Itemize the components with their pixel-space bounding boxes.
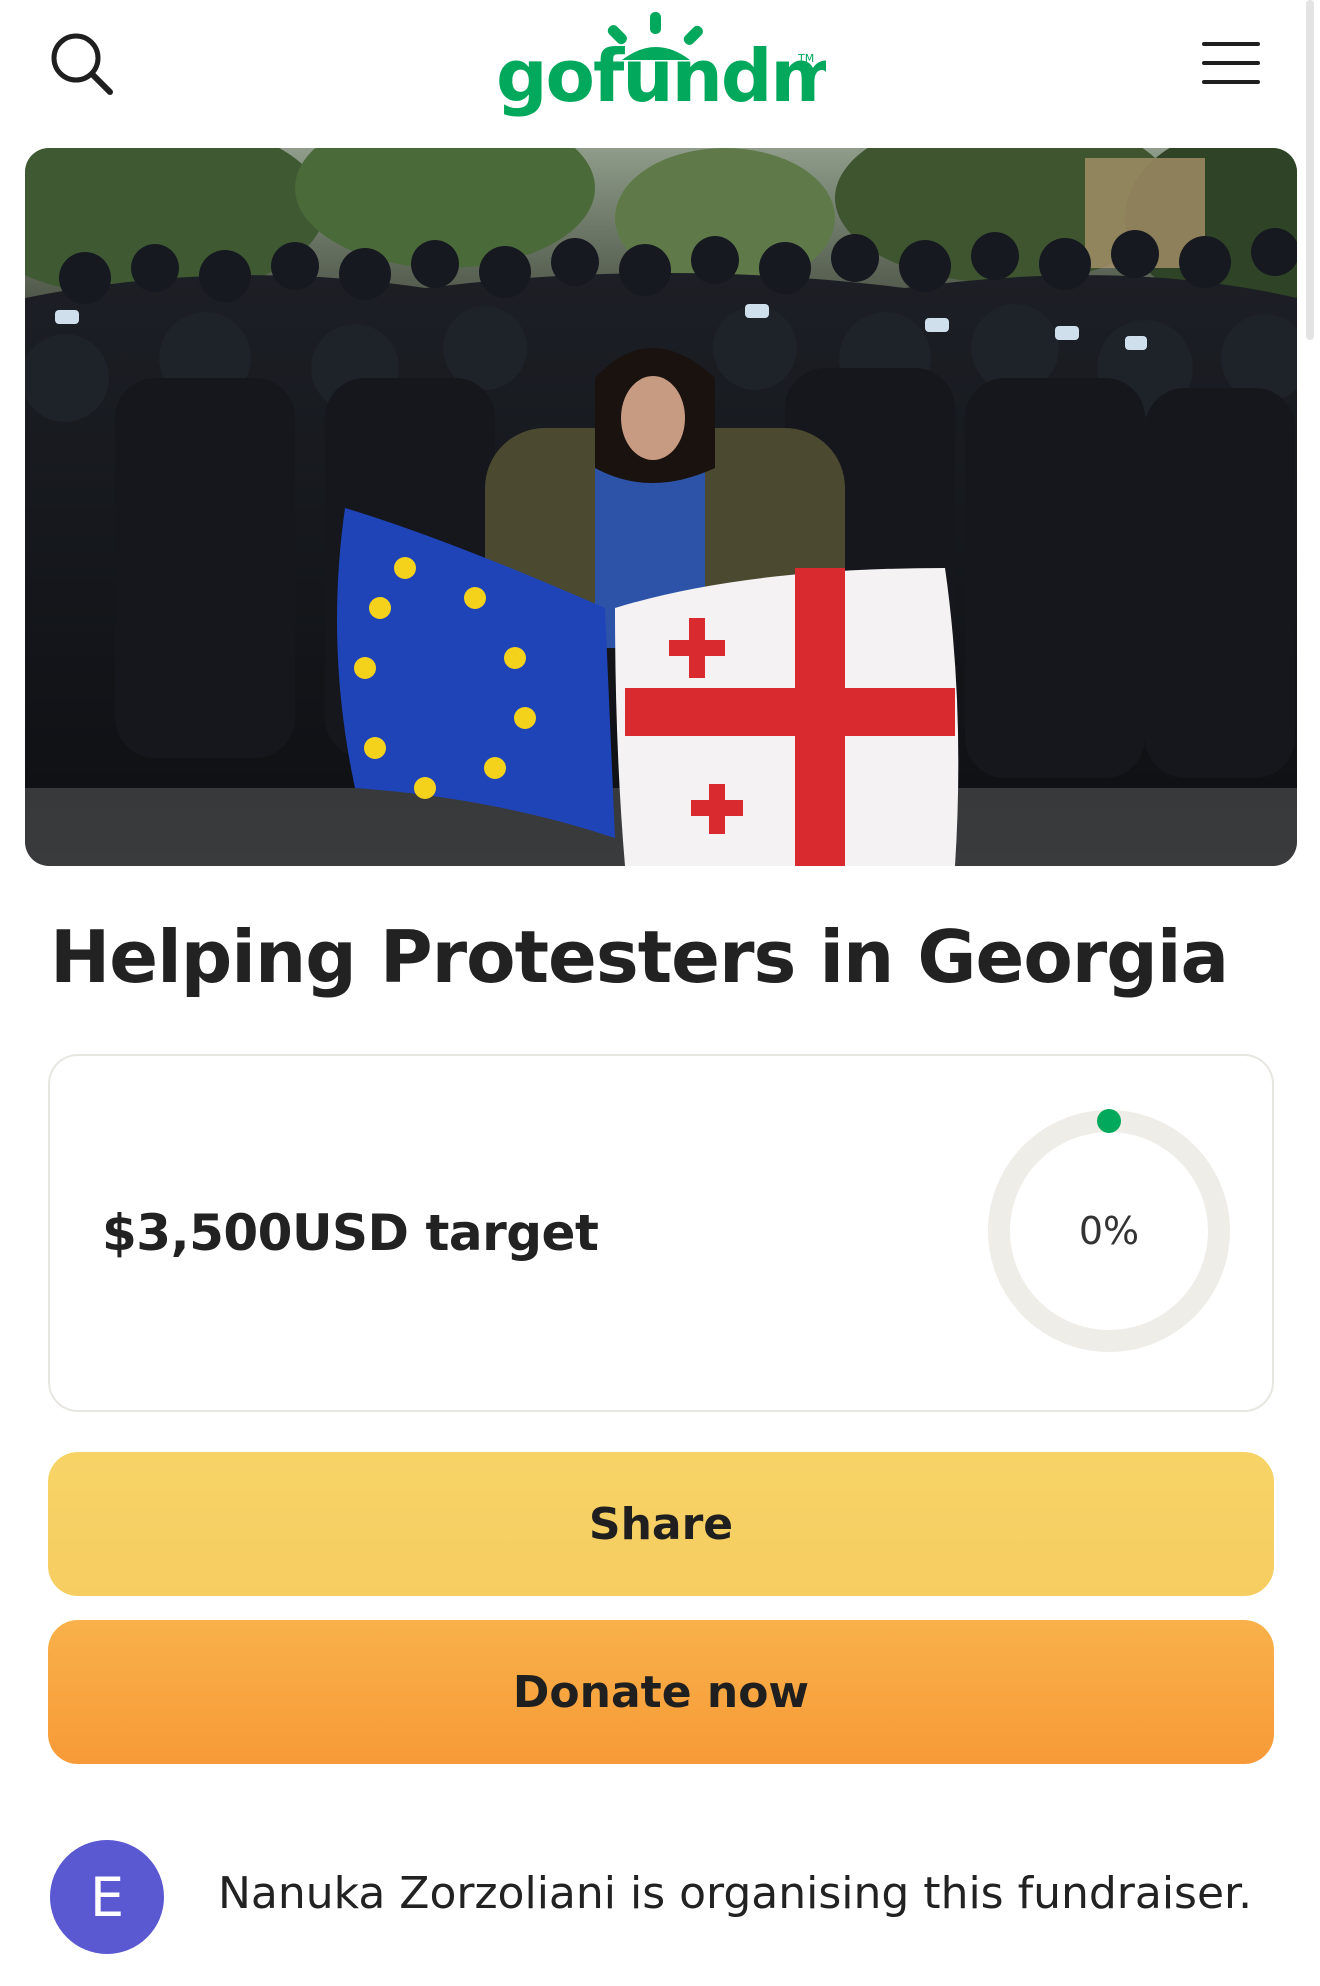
organiser-row: E Nanuka Zorzoliani is organising this f… xyxy=(50,1840,1290,1956)
organiser-description: Nanuka Zorzoliani is organising this fun… xyxy=(218,1868,1253,1919)
progress-percent-label: 0% xyxy=(1078,1209,1140,1253)
progress-ring: 0% xyxy=(984,1106,1234,1356)
fundraising-goal-card: $3,500USD target 0% xyxy=(48,1054,1274,1412)
hamburger-menu-icon[interactable] xyxy=(1200,38,1262,88)
campaign-title: Helping Protesters in Georgia xyxy=(50,915,1229,999)
goal-amount-text: $3,500USD target xyxy=(102,1204,599,1262)
search-icon[interactable] xyxy=(46,28,118,100)
campaign-hero-image[interactable]: der xyxy=(25,148,1297,866)
logo-trademark: TM xyxy=(797,52,814,65)
donate-now-button[interactable]: Donate now xyxy=(48,1620,1274,1764)
page-scrollbar[interactable] xyxy=(1306,0,1314,340)
gofundme-logo[interactable]: gofundme TM xyxy=(496,6,892,124)
logo-wordmark: gofundme xyxy=(496,34,826,118)
share-button[interactable]: Share xyxy=(48,1452,1274,1596)
top-navigation-bar: gofundme TM xyxy=(0,0,1320,140)
avatar[interactable]: E xyxy=(50,1840,164,1954)
